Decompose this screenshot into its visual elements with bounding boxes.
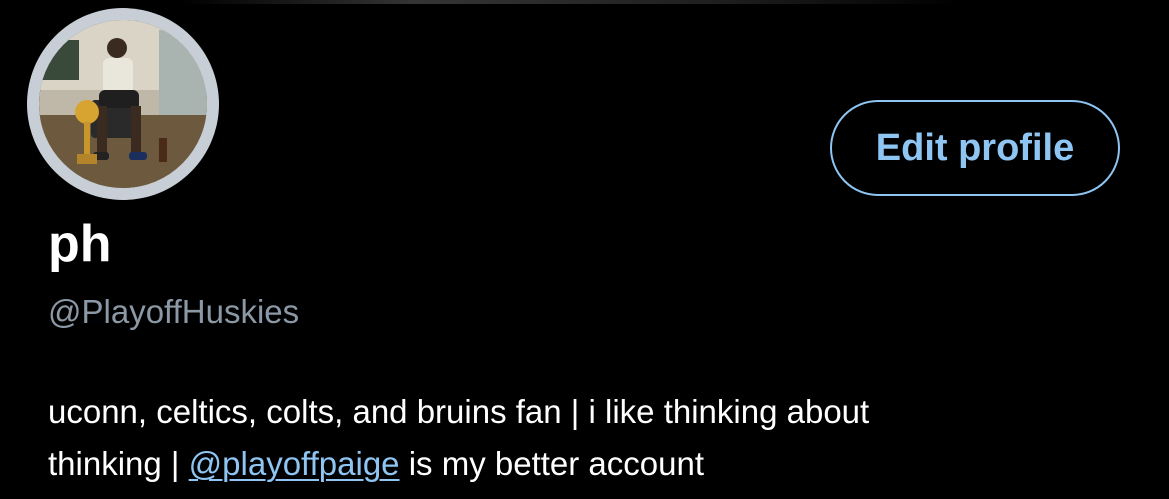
user-handle: @PlayoffHuskies bbox=[48, 293, 300, 330]
bio-line-1: uconn, celtics, colts, and bruins fan | … bbox=[48, 393, 870, 430]
avatar-photo bbox=[39, 20, 207, 188]
mention-link[interactable]: @playoffpaige bbox=[189, 445, 400, 482]
profile-bio: uconn, celtics, colts, and bruins fan | … bbox=[48, 386, 1128, 490]
edit-profile-button[interactable]: Edit profile bbox=[830, 100, 1120, 196]
bio-line-2: thinking | @playoffpaige is my better ac… bbox=[48, 438, 1128, 490]
bio-text: is my better account bbox=[399, 445, 704, 482]
display-name: ph bbox=[48, 215, 112, 273]
banner-edge bbox=[180, 0, 960, 4]
avatar[interactable] bbox=[27, 8, 219, 200]
avatar-image bbox=[39, 20, 207, 188]
profile-header: Edit profile ph @PlayoffHuskies uconn, c… bbox=[0, 0, 1169, 499]
bio-text: thinking | bbox=[48, 445, 189, 482]
